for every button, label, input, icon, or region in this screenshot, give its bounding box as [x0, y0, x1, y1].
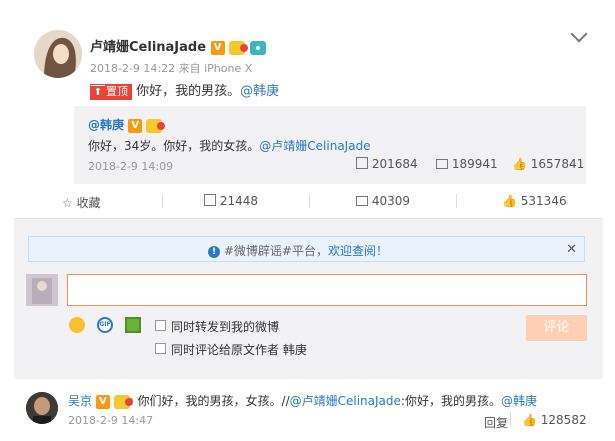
gif-icon[interactable]: GIF — [97, 317, 113, 333]
comment-like-button[interactable]: 👍 128582 — [522, 413, 587, 427]
comment-input[interactable] — [67, 274, 587, 306]
quoted-author-line: @韩庚 V — [88, 116, 166, 133]
commenter-name[interactable]: 吴京 — [68, 394, 92, 408]
quoted-comment-button[interactable]: 189941 — [436, 157, 498, 171]
close-icon[interactable]: ✕ — [566, 242, 577, 257]
info-icon: ! — [208, 245, 220, 258]
verified-icon: V — [210, 40, 225, 55]
comment-mention-link-2[interactable]: @韩庚 — [501, 394, 537, 408]
image-icon[interactable] — [125, 317, 141, 333]
thumbs-up-icon: 👍 — [502, 194, 517, 208]
reply-button[interactable]: 回复 — [484, 414, 508, 431]
emoji-icon[interactable] — [69, 317, 85, 333]
notice-text: ! #微博辟谣#平台，欢迎查阅！ — [208, 242, 388, 259]
quoted-mention-link[interactable]: @卢靖姗CelinaJade — [259, 139, 370, 153]
verified-icon: V — [95, 394, 110, 409]
post-text: 你好，我的男孩。 — [136, 84, 241, 99]
repost-icon — [356, 157, 368, 169]
vip-crown-icon — [146, 118, 166, 133]
divider — [162, 194, 163, 208]
thumbs-up-icon: 👍 — [512, 157, 527, 171]
comment-icon — [436, 159, 448, 169]
verified-icon: V — [128, 118, 143, 133]
comment-button[interactable]: 40309 — [356, 194, 410, 208]
repost-option-label: 同时转发到我的微博 — [171, 320, 280, 334]
chevron-down-icon[interactable] — [570, 25, 588, 43]
repost-checkbox[interactable] — [155, 320, 166, 331]
comment-text: : 你们好，我的男孩，女孩。// — [129, 394, 290, 408]
author-name[interactable]: 卢靖姗CelinaJade — [90, 40, 206, 55]
thumbs-up-icon: 👍 — [522, 413, 537, 427]
comment-author-checkbox[interactable] — [155, 343, 166, 354]
comment-line: 吴京 V : 你们好，我的男孩，女孩。//@卢靖姗CelinaJade:你好，我… — [68, 392, 537, 409]
post-mention-link[interactable]: @韩庚 — [240, 84, 279, 99]
comment-mention-link[interactable]: @卢靖姗CelinaJade — [290, 394, 401, 408]
comment-icon — [356, 196, 368, 206]
current-user-avatar[interactable] — [26, 274, 58, 306]
vip-crown-icon — [113, 394, 133, 409]
post-body: ⬆ 置顶 你好，我的男孩。@韩庚 — [90, 80, 279, 100]
favorite-button[interactable]: ☆ 收藏 — [62, 194, 101, 211]
divider — [510, 412, 511, 426]
quoted-author[interactable]: @韩庚 — [88, 118, 124, 132]
quoted-repost-button[interactable]: 201684 — [356, 157, 418, 171]
post-author-line: 卢靖姗CelinaJade V — [90, 36, 266, 55]
quoted-like-button[interactable]: 👍 1657841 — [512, 157, 584, 171]
repost-icon — [204, 194, 216, 206]
quoted-text-line: 你好，34岁。你好，我的女孩。@卢靖姗CelinaJade — [88, 137, 371, 154]
divider — [309, 194, 310, 208]
camera-badge-icon — [249, 40, 266, 55]
comment-author-option-label: 同时评论给原文作者 韩庚 — [171, 343, 307, 357]
author-avatar[interactable] — [34, 30, 82, 78]
like-button[interactable]: 👍 531346 — [502, 194, 567, 208]
pin-icon: ⬆ — [91, 85, 105, 100]
quoted-time[interactable]: 2018-2-9 14:09 — [88, 160, 173, 173]
post-meta[interactable]: 2018-2-9 14:22 来自 iPhone X — [90, 60, 252, 76]
submit-comment-button[interactable]: 评论 — [526, 315, 587, 341]
comment-text-2: :你好，我的男孩。 — [400, 394, 501, 408]
action-bar: ☆ 收藏 21448 40309 👍 531346 — [14, 188, 603, 214]
vip-crown-icon — [229, 40, 249, 55]
repost-button[interactable]: 21448 — [204, 194, 258, 208]
star-icon: ☆ — [62, 196, 73, 210]
notice-link[interactable]: 欢迎查阅！ — [328, 244, 388, 258]
comment-time: 2018-2-9 14:47 — [68, 414, 154, 427]
divider — [456, 194, 457, 208]
commenter-avatar[interactable] — [26, 392, 58, 424]
quoted-text: 你好，34岁。你好，我的女孩。 — [88, 139, 260, 153]
pinned-badge: ⬆ 置顶 — [90, 83, 132, 100]
